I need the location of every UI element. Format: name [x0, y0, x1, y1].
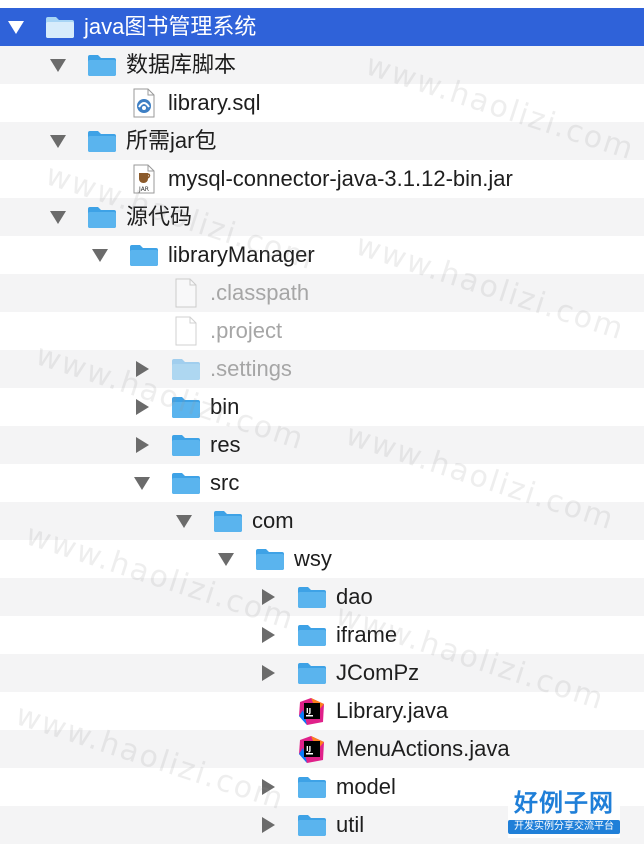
jar-file-icon: JAR [128, 160, 160, 198]
tree-item-label: bin [210, 394, 240, 419]
file-tree: java图书管理系统 数据库脚本 library.sql 所需jar包 JAR … [0, 0, 644, 844]
disclosure-expanded-icon[interactable] [214, 540, 238, 578]
tree-row-jar-folder[interactable]: 所需jar包 [0, 122, 644, 160]
tree-row-src[interactable]: src [0, 464, 644, 502]
tree-row-mysql-jar[interactable]: JAR mysql-connector-java-3.1.12-bin.jar [0, 160, 644, 198]
folder-icon [86, 46, 118, 84]
tree-row-bin[interactable]: bin [0, 388, 644, 426]
tree-item-label: 所需jar包 [126, 128, 217, 153]
folder-icon [170, 426, 202, 464]
tree-item-label: .classpath [210, 280, 310, 305]
disclosure-expanded-icon[interactable] [46, 198, 70, 236]
tree-item-label: wsy [294, 546, 332, 571]
tree-item-label: .project [210, 318, 283, 343]
disclosure-collapsed-icon[interactable] [256, 768, 280, 806]
tree-item-label: java图书管理系统 [84, 14, 257, 39]
folder-icon [296, 578, 328, 616]
tree-item-label: Library.java [336, 698, 449, 723]
disclosure-collapsed-icon[interactable] [256, 578, 280, 616]
folder-icon [296, 768, 328, 806]
tree-item-label: library.sql [168, 90, 261, 115]
tree-row-iframe[interactable]: iframe [0, 616, 644, 654]
tree-row-jcompz[interactable]: JComPz [0, 654, 644, 692]
tree-row-dao[interactable]: dao [0, 578, 644, 616]
tree-item-label: dao [336, 584, 373, 609]
document-icon [170, 312, 202, 350]
folder-icon [44, 8, 76, 46]
folder-icon [254, 540, 286, 578]
folder-icon [170, 388, 202, 426]
tree-row-source-code[interactable]: 源代码 [0, 198, 644, 236]
tree-row-res[interactable]: res [0, 426, 644, 464]
tree-row-library-manager[interactable]: libraryManager [0, 236, 644, 274]
folder-icon [296, 654, 328, 692]
tree-row-menuactions-java[interactable]: IJ MenuActions.java [0, 730, 644, 768]
tree-row-project[interactable]: .project [0, 312, 644, 350]
disclosure-expanded-icon[interactable] [46, 122, 70, 160]
disclosure-collapsed-icon[interactable] [130, 350, 154, 388]
disclosure-expanded-icon[interactable] [46, 46, 70, 84]
folder-icon [128, 236, 160, 274]
tree-item-label: libraryManager [168, 242, 315, 267]
tree-row-db-scripts[interactable]: 数据库脚本 [0, 46, 644, 84]
disclosure-expanded-icon[interactable] [4, 8, 28, 46]
tree-item-label: .settings [210, 356, 292, 381]
tree-item-label: util [336, 812, 365, 837]
disclosure-collapsed-icon[interactable] [256, 616, 280, 654]
tree-item-label: res [210, 432, 241, 457]
brand-logo: 好例子网 开发实例分享交流平台 [508, 790, 620, 838]
tree-row-wsy[interactable]: wsy [0, 540, 644, 578]
tree-item-label: 数据库脚本 [126, 52, 237, 77]
brand-subtitle: 开发实例分享交流平台 [508, 820, 620, 834]
tree-row-classpath[interactable]: .classpath [0, 274, 644, 312]
tree-item-label: com [252, 508, 294, 533]
folder-icon [86, 122, 118, 160]
folder-icon [296, 806, 328, 844]
jar-icon-text: JAR [138, 186, 149, 193]
intellij-file-icon: IJ [296, 730, 328, 768]
tree-row-com[interactable]: com [0, 502, 644, 540]
intellij-file-icon: IJ [296, 692, 328, 730]
disclosure-expanded-icon[interactable] [88, 236, 112, 274]
tree-row-library-sql[interactable]: library.sql [0, 84, 644, 122]
tree-item-label: iframe [336, 622, 398, 647]
folder-icon [170, 464, 202, 502]
ij-icon-text: IJ [306, 745, 311, 753]
tree-item-label: mysql-connector-java-3.1.12-bin.jar [168, 166, 513, 191]
disclosure-expanded-icon[interactable] [130, 464, 154, 502]
brand-title: 好例子网 [514, 790, 614, 817]
document-icon [170, 274, 202, 312]
disclosure-collapsed-icon[interactable] [256, 654, 280, 692]
disclosure-collapsed-icon[interactable] [130, 426, 154, 464]
disclosure-expanded-icon[interactable] [172, 502, 196, 540]
folder-icon [86, 198, 118, 236]
folder-icon [212, 502, 244, 540]
tree-item-label: src [210, 470, 240, 495]
ij-icon-text: IJ [306, 707, 311, 715]
tree-item-label: model [336, 774, 396, 799]
disclosure-collapsed-icon[interactable] [256, 806, 280, 844]
folder-icon [296, 616, 328, 654]
sql-file-icon [128, 84, 160, 122]
tree-item-label: 源代码 [126, 204, 193, 229]
tree-row-settings[interactable]: .settings [0, 350, 644, 388]
disclosure-collapsed-icon[interactable] [130, 388, 154, 426]
tree-row-root[interactable]: java图书管理系统 [0, 8, 644, 46]
folder-icon [170, 350, 202, 388]
tree-row-library-java[interactable]: IJ Library.java [0, 692, 644, 730]
tree-item-label: JComPz [336, 660, 420, 685]
tree-item-label: MenuActions.java [336, 736, 510, 761]
